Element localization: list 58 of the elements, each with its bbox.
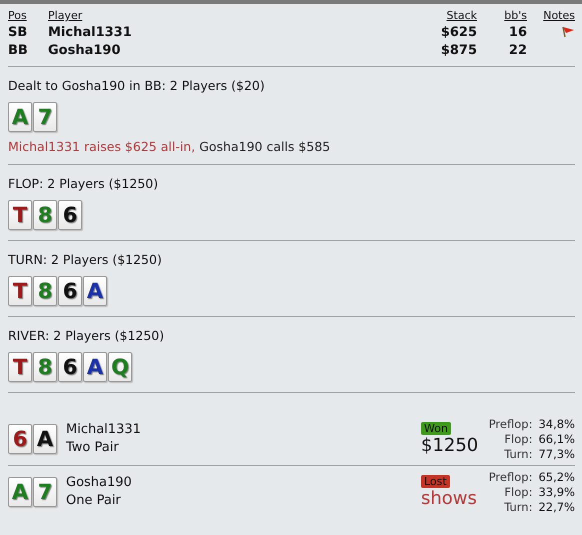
playing-card: 7	[33, 102, 57, 132]
playing-card: T	[8, 276, 32, 306]
column-header[interactable]: Pos	[8, 9, 48, 22]
playing-card: 6	[58, 352, 82, 382]
playing-card: A	[8, 102, 32, 132]
street-title: TURN: 2 Players ($1250)	[8, 252, 163, 267]
equity-label: Turn:	[503, 446, 532, 462]
playing-card: Q	[108, 352, 132, 382]
equity-label: Turn:	[503, 500, 532, 514]
equity-value: 22,7%	[538, 500, 575, 514]
equity-value: 33,9%	[538, 484, 575, 500]
playing-card: A	[8, 477, 32, 507]
hand-rank: One Pair	[66, 492, 122, 510]
bb-cell-text: 16	[508, 24, 527, 40]
hand-rank: Two Pair	[66, 439, 120, 457]
stack-cell-text: $875	[440, 42, 477, 58]
playing-card: A	[33, 424, 57, 454]
stack-cell-text: $625	[440, 24, 477, 40]
equity-value: 77,3%	[538, 446, 575, 462]
playing-card: 7	[33, 477, 57, 507]
playing-card: A	[83, 352, 107, 382]
column-header[interactable]: Stack	[407, 9, 477, 22]
position-cell-text: SB	[8, 24, 28, 40]
equity-value: 66,1%	[538, 432, 575, 446]
result-amount: $1250	[421, 434, 478, 456]
playing-card: T	[8, 352, 32, 382]
street-title: Dealt to Gosha190 in BB: 2 Players ($20)	[8, 78, 266, 93]
playing-card: A	[83, 276, 107, 306]
action-text: Gosha190 calls $585	[199, 139, 330, 154]
playing-card: 8	[33, 352, 57, 382]
equity-label: Preflop:	[488, 416, 532, 432]
equity-label: Flop:	[503, 484, 532, 500]
player-cell-text: Gosha190	[48, 42, 122, 58]
bb-cell-text: 22	[508, 42, 527, 58]
column-header[interactable]: Notes	[527, 9, 575, 22]
street-title: FLOP: 2 Players ($1250)	[8, 176, 160, 191]
playing-card: 6	[8, 424, 32, 454]
equity-value: 34,8%	[538, 416, 575, 432]
playing-card: 6	[58, 276, 82, 306]
action-text: Michal1331 raises $625 all-in,	[8, 139, 196, 154]
result-amount: shows	[421, 488, 477, 510]
equity-label: Preflop:	[488, 470, 532, 484]
playing-card: T	[8, 200, 32, 230]
playing-card: 6	[58, 200, 82, 230]
street-title: RIVER: 2 Players ($1250)	[8, 328, 166, 343]
equity-label: Flop:	[503, 432, 532, 446]
flag-icon[interactable]	[561, 26, 575, 38]
playing-card: 8	[33, 276, 57, 306]
result-badge: Lost	[421, 474, 450, 488]
column-header[interactable]: Player	[48, 9, 407, 22]
column-header[interactable]: bb's	[477, 9, 527, 22]
equity-value: 65,2%	[538, 470, 575, 484]
position-cell-text: BB	[8, 42, 29, 58]
playing-card: 8	[33, 200, 57, 230]
result-badge: Won	[421, 422, 451, 434]
player-name: Gosha190	[66, 474, 133, 492]
player-name: Michal1331	[66, 421, 142, 439]
player-cell-text: Michal1331	[48, 24, 133, 40]
